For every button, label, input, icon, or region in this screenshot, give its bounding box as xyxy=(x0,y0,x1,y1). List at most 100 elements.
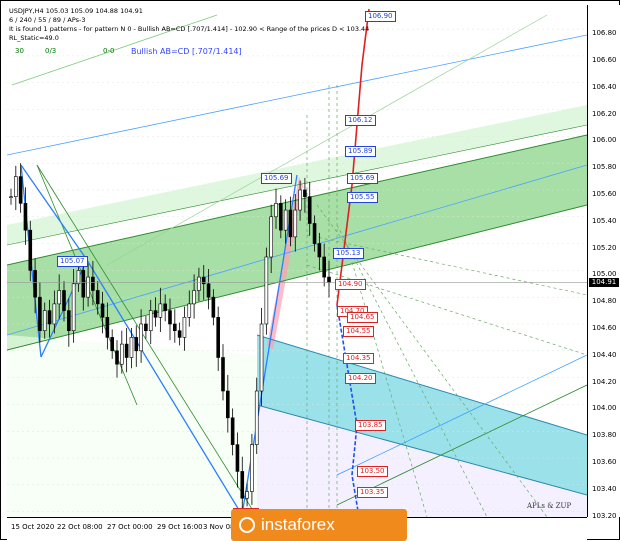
y-tick-label: 106.60 xyxy=(592,55,617,64)
level-label-blue: 105.69 xyxy=(347,172,378,184)
level-label-red: 104.20 xyxy=(345,372,376,384)
candle-body xyxy=(288,209,293,238)
candle-body xyxy=(245,491,249,499)
level-label-red: 103.35 xyxy=(357,486,388,498)
level-label-blue: 106.12 xyxy=(345,115,376,127)
candle-body xyxy=(254,390,259,445)
x-tick-label: 15 Oct 2020 xyxy=(11,523,55,531)
candle-body xyxy=(293,209,298,238)
price-axis[interactable]: 106.80 106.60 106.40 106.20 106.00 105.80 105.… xyxy=(587,5,620,520)
candle-body xyxy=(115,350,119,365)
y-tick-label: 104.80 xyxy=(592,297,617,306)
candle-body xyxy=(274,203,278,218)
candle-body xyxy=(57,290,61,305)
y-tick-label: 104.00 xyxy=(592,404,617,413)
level-label-blue: 105.89 xyxy=(345,146,376,158)
candle-body xyxy=(158,303,163,318)
candle-body xyxy=(124,343,129,358)
y-tick-label: 104.20 xyxy=(592,377,617,386)
y-tick-label: 105.20 xyxy=(592,243,617,252)
candle-body xyxy=(317,243,322,258)
level-label-red: 104.90 xyxy=(335,278,366,290)
candle-body xyxy=(47,310,52,325)
level-label-red: 104.65 xyxy=(347,312,378,324)
candle-body xyxy=(264,256,269,325)
candle-body xyxy=(269,216,273,258)
candle-body xyxy=(250,444,254,492)
level-label-blue: 105.69 xyxy=(261,172,292,184)
candle-body xyxy=(105,316,110,338)
level-label-red: 104.55 xyxy=(343,325,374,337)
pattern-title: Bullish AB=CD [.707/1.414] xyxy=(131,47,242,56)
candle-body xyxy=(240,471,245,499)
candle-body xyxy=(67,310,71,331)
y-tick-label: 103.40 xyxy=(592,484,617,493)
candle-body xyxy=(216,316,220,358)
level-label-blue: 105.55 xyxy=(347,191,378,203)
candle-body xyxy=(71,283,76,331)
candle-body xyxy=(76,270,81,285)
symbol-info: USDJPY,H4 105.03 105.09 104.88 104.91 xyxy=(9,7,143,15)
x-tick-label: 22 Oct 08:00 xyxy=(57,523,103,531)
candle-body xyxy=(211,296,216,318)
candle-body xyxy=(182,316,187,338)
count-c: 0-0 xyxy=(103,47,115,55)
candle-body xyxy=(120,343,124,365)
candle-body xyxy=(9,196,13,198)
level-label-blue: 105.13 xyxy=(333,247,364,259)
candle-body xyxy=(38,296,42,331)
candle-body xyxy=(144,323,148,331)
candle-body xyxy=(303,189,307,197)
x-tick-label: 27 Oct 00:00 xyxy=(107,523,153,531)
y-tick-label: 106.40 xyxy=(592,82,617,91)
candle-body xyxy=(283,209,288,231)
candle-body xyxy=(153,310,158,318)
y-tick-label: 106.00 xyxy=(592,136,617,145)
level-label-blue: 106.90 xyxy=(365,10,396,22)
candle-body xyxy=(197,276,201,291)
candle-body xyxy=(259,323,264,392)
chart-svg xyxy=(7,8,587,517)
credit-label: APLs & ZUP xyxy=(527,502,572,510)
candle-body xyxy=(95,290,100,305)
y-tick-label: 106.80 xyxy=(592,29,617,38)
y-tick-label: 103.80 xyxy=(592,431,617,440)
candle-body xyxy=(23,203,28,231)
level-label-red: 104.35 xyxy=(343,352,374,364)
candle-body xyxy=(52,303,57,325)
candle-body xyxy=(298,189,302,211)
candle-body xyxy=(110,337,114,352)
indicator-params: 6 / 240 / 55 / 89 / APs-3 xyxy=(9,16,86,24)
candle-body xyxy=(91,276,95,291)
candle-body xyxy=(62,290,66,311)
y-tick-label: 103.20 xyxy=(592,511,617,520)
candle-body xyxy=(134,337,139,352)
y-tick-label: 103.60 xyxy=(592,458,617,467)
level-label-red: 103.50 xyxy=(357,466,388,478)
level-label-blue: 105.07 xyxy=(57,256,88,267)
candle-body xyxy=(221,357,225,392)
candle-body xyxy=(230,417,235,445)
candle-body xyxy=(42,310,47,331)
y-tick-label: 105.60 xyxy=(592,189,617,198)
candle-body xyxy=(33,270,37,298)
candle-body xyxy=(322,256,326,278)
count-b: 0/3 xyxy=(45,47,57,55)
candle-body xyxy=(226,390,230,419)
candle-body xyxy=(307,196,312,224)
count-a: 30 xyxy=(15,47,24,55)
watermark-text: instaforex xyxy=(261,515,335,534)
y-tick-label: 104.60 xyxy=(592,323,617,332)
candle-body xyxy=(100,303,105,318)
candle-body xyxy=(173,323,177,331)
candle-body xyxy=(201,276,206,285)
y-tick-label: 106.20 xyxy=(592,109,617,118)
rl-static: RL_Static=49.0 xyxy=(9,34,59,42)
y-tick-label: 105.80 xyxy=(592,163,617,172)
candle-body xyxy=(81,270,86,298)
candle-body xyxy=(148,310,153,331)
plot-area[interactable]: USDJPY,H4 105.03 105.09 104.88 104.91 6 … xyxy=(7,5,587,517)
candle-body xyxy=(177,330,182,338)
candle-body xyxy=(235,444,240,472)
logo-icon xyxy=(239,517,255,533)
